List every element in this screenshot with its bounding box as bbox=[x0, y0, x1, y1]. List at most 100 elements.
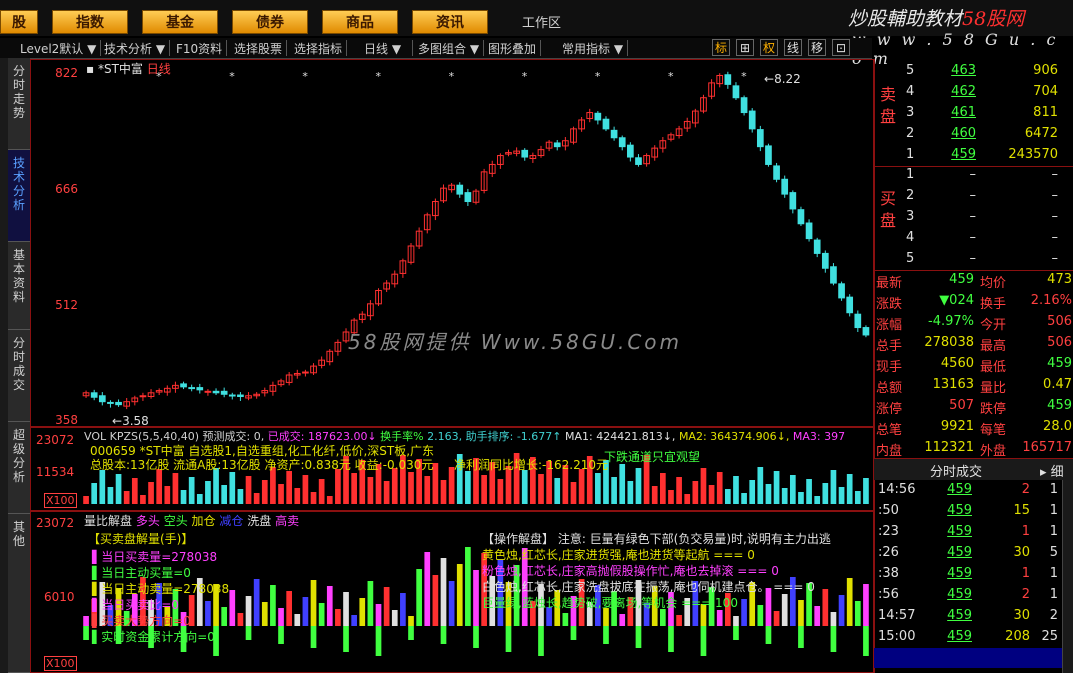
sell-level-price: 459 bbox=[951, 147, 976, 162]
tab-intraday[interactable]: 分时走势 bbox=[8, 58, 30, 150]
indicator-neg-bar bbox=[603, 626, 609, 644]
tick-row[interactable]: :26 459 30 5 bbox=[874, 545, 1062, 565]
toolbar-common-indicator[interactable]: 常用指标 ▼ bbox=[558, 40, 629, 56]
volume-bar bbox=[83, 496, 89, 504]
quote-row: 涨跌 ▼024 换手 2.16% bbox=[874, 293, 1073, 313]
sell-level-4[interactable]: 4 462 704 bbox=[900, 84, 1070, 104]
candle-body bbox=[464, 192, 472, 203]
toolbar-period[interactable]: 日线 ▼ bbox=[360, 40, 413, 56]
sell-level-2[interactable]: 2 460 6472 bbox=[900, 126, 1070, 146]
volume-bar bbox=[172, 473, 179, 504]
op-line3: 白色烛,红芯长,庄家洗盘拔底在振荡,庵也伺机建点仓。 === 0 bbox=[482, 580, 815, 594]
volume-bar bbox=[205, 481, 211, 504]
candle-body bbox=[98, 395, 106, 403]
tab-tech-analysis[interactable]: 技术分析 bbox=[8, 150, 30, 242]
op-title: 【操作解盘】 注意: 巨量有绿色下部(负交易量)时,说明有主力出逃 bbox=[482, 532, 831, 546]
sell-level-5[interactable]: 5 463 906 bbox=[900, 63, 1070, 83]
move-icon[interactable]: 移 bbox=[808, 39, 826, 56]
volume-bar bbox=[440, 480, 447, 504]
ob-divider bbox=[874, 166, 1073, 167]
indicator-bar bbox=[432, 575, 439, 626]
tab-tick-trades[interactable]: 分时成交 bbox=[8, 330, 30, 422]
buy-level-3[interactable]: 3 – – bbox=[900, 209, 1070, 229]
quote-row: 总手 278038 最高 506 bbox=[874, 335, 1073, 355]
toolbar-level2[interactable]: Level2默认 ▼ bbox=[16, 40, 102, 56]
tick-volume: 2 bbox=[1021, 587, 1030, 602]
ticks-more-button[interactable]: ▸ 细 bbox=[1040, 461, 1064, 480]
indicator-bar bbox=[676, 615, 682, 626]
ticks-header[interactable]: 分时成交 bbox=[930, 461, 982, 480]
legend-add: 加仓 bbox=[191, 514, 216, 528]
volume-bar bbox=[91, 483, 98, 504]
indicator-neg-bar bbox=[473, 626, 479, 648]
tick-row[interactable]: 14:57 459 30 2 bbox=[874, 608, 1062, 628]
tick-row[interactable]: :23 459 1 1 bbox=[874, 524, 1062, 544]
indicator-bar bbox=[83, 616, 89, 626]
tick-scrollbar[interactable] bbox=[1062, 480, 1073, 673]
tick-row[interactable]: :38 459 1 1 bbox=[874, 566, 1062, 586]
menu-bond-button[interactable]: 债券 bbox=[232, 10, 308, 34]
line-icon[interactable]: 线 bbox=[784, 39, 802, 56]
sell-level-num: 4 bbox=[906, 84, 915, 99]
volume-bar bbox=[668, 490, 674, 504]
tick-row[interactable]: :50 459 15 1 bbox=[874, 503, 1062, 523]
op-line4: 巨量绿,蓝烛长,趋势破,要离场,等机会 === 100 bbox=[482, 596, 738, 610]
toolbar-select-stock[interactable]: 选择股票 bbox=[230, 40, 288, 56]
sell-level-1[interactable]: 1 459 243570 bbox=[900, 147, 1070, 167]
volume-bar bbox=[497, 479, 504, 504]
sell-level-price: 460 bbox=[951, 126, 976, 141]
menu-news-button[interactable]: 资讯 bbox=[412, 10, 488, 34]
candle-body bbox=[862, 327, 870, 336]
toolbar-select-indicator[interactable]: 选择指标 bbox=[290, 40, 348, 56]
buy-level-num: 4 bbox=[906, 230, 915, 245]
buy-level-5[interactable]: 5 – – bbox=[900, 251, 1070, 271]
indicator-neg-bar bbox=[830, 626, 837, 652]
indicator-neg-bar bbox=[505, 626, 512, 652]
volume-bar bbox=[408, 472, 414, 504]
indicator-neg-bar bbox=[700, 626, 707, 656]
vol-axis-mid: 11534 bbox=[36, 465, 75, 479]
signal-marker: * bbox=[156, 70, 162, 83]
tick-row[interactable]: 14:56 459 2 1 bbox=[874, 482, 1062, 502]
tab-fundamentals[interactable]: 基本资料 bbox=[8, 242, 30, 330]
tick-row[interactable]: :56 459 2 1 bbox=[874, 587, 1062, 607]
toolbar-tech-analysis[interactable]: 技术分析 ▼ bbox=[100, 40, 171, 56]
candle-body bbox=[115, 401, 122, 406]
menu-index-button[interactable]: 指数 bbox=[52, 10, 128, 34]
sell-level-3[interactable]: 3 461 811 bbox=[900, 105, 1070, 125]
trend-advice: 下跌通道只宜观望 bbox=[604, 450, 701, 464]
menu-stock-button[interactable]: 股 bbox=[0, 10, 38, 34]
sell-level-num: 2 bbox=[906, 126, 915, 141]
rights-icon[interactable]: 权 bbox=[760, 39, 778, 56]
quote-val-1: 459 bbox=[949, 272, 974, 287]
menu-fund-button[interactable]: 基金 bbox=[142, 10, 218, 34]
quote-row: 最新 459 均价 473 bbox=[874, 272, 1073, 292]
tab-other[interactable]: 其他 bbox=[8, 514, 30, 673]
candle-body bbox=[618, 137, 626, 148]
candle-body bbox=[740, 97, 748, 114]
volume-bar bbox=[830, 470, 837, 504]
tab-super-analysis[interactable]: 超级分析 bbox=[8, 422, 30, 514]
volume-bar bbox=[237, 489, 244, 504]
candle-body bbox=[456, 184, 464, 195]
stock-info-line2: 总股本:13亿股 流通A股:13亿股 净资产:0.838元 收益:-0.030元 bbox=[90, 458, 434, 472]
tick-row[interactable]: 15:00 459 208 25 bbox=[874, 629, 1062, 649]
toolbar-overlay[interactable]: 图形叠加 bbox=[484, 40, 542, 56]
indicator-neg-bar bbox=[798, 626, 804, 648]
menu-commodity-button[interactable]: 商品 bbox=[322, 10, 398, 34]
window-icon[interactable]: ⊡ bbox=[832, 39, 850, 56]
workarea-menu[interactable]: 工作区 bbox=[522, 12, 561, 31]
candle-body bbox=[805, 222, 813, 240]
volume-bar bbox=[140, 495, 146, 504]
buy-level-2[interactable]: 2 – – bbox=[900, 188, 1070, 208]
tick-selected-row[interactable] bbox=[874, 648, 1062, 668]
buy-level-1[interactable]: 1 – – bbox=[900, 167, 1070, 187]
toolbar-multi-chart[interactable]: 多图组合 ▼ bbox=[414, 40, 485, 56]
indicator-neg-bar bbox=[408, 626, 414, 640]
mark-icon[interactable]: 标 bbox=[712, 39, 730, 56]
grid-icon[interactable]: ⊞ bbox=[736, 39, 754, 56]
buy-level-4[interactable]: 4 – – bbox=[900, 230, 1070, 250]
toolbar-f10[interactable]: F10资料 bbox=[172, 40, 228, 56]
quote-val-2: 165717 bbox=[1022, 440, 1072, 455]
tick-price: 459 bbox=[947, 524, 972, 539]
